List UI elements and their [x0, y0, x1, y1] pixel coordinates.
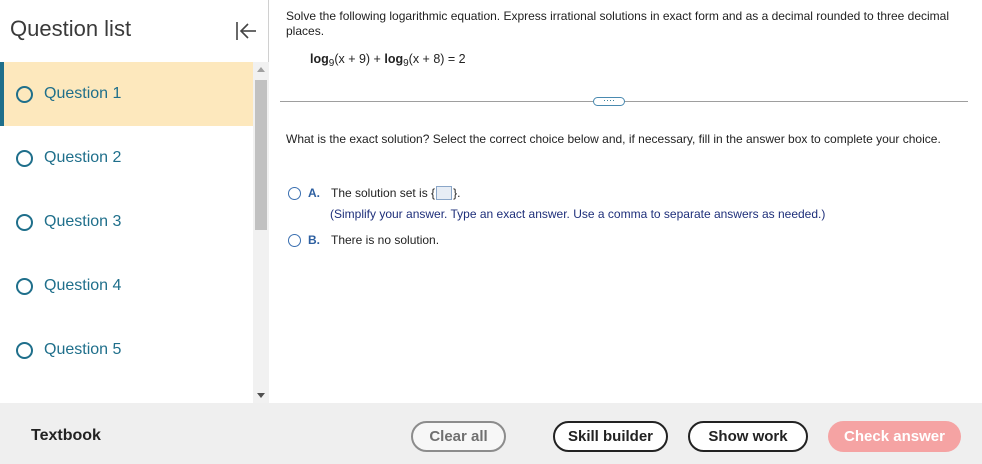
choice-b[interactable]: B. There is no solution. [288, 233, 439, 247]
bottom-toolbar: Textbook Clear all Skill builder Show wo… [0, 403, 982, 464]
scroll-down-icon[interactable] [257, 393, 265, 398]
log-operator: log [384, 52, 404, 66]
log-argument: (x + 8) = 2 [408, 52, 466, 66]
question-content: Solve the following logarithmic equation… [270, 0, 982, 403]
scroll-up-icon[interactable] [257, 67, 265, 72]
answer-input-box[interactable] [436, 186, 453, 200]
sidebar-header: Question list [0, 0, 269, 62]
question-status-icon [16, 149, 33, 167]
expand-more-button[interactable]: ···· [593, 96, 625, 106]
collapse-left-icon [236, 22, 256, 40]
question-label: Question 5 [44, 341, 122, 358]
check-answer-button[interactable]: Check answer [828, 421, 961, 452]
collapse-panel-button[interactable] [233, 18, 259, 44]
choice-letter: A. [308, 186, 320, 200]
question-text: What is the exact solution? Select the c… [286, 132, 941, 146]
question-list-scrollbar[interactable] [253, 62, 269, 403]
problem-prompt: Solve the following logarithmic equation… [286, 9, 950, 38]
question-item-1[interactable]: Question 1 [0, 62, 253, 126]
choice-a-radio[interactable] [288, 187, 301, 200]
app-window: Question list Question 1 Question 2 Ques… [0, 0, 982, 464]
question-item-2[interactable]: Question 2 [0, 126, 253, 190]
question-status-icon [16, 277, 33, 295]
question-label: Question 3 [44, 213, 122, 230]
question-item-4[interactable]: Question 4 [0, 254, 253, 318]
answer-hint: (Simplify your answer. Type an exact ans… [330, 207, 826, 221]
log-argument: (x + 9) + [334, 52, 385, 66]
choice-a-text: The solution set is {}. [331, 186, 460, 200]
choice-a-text-after: }. [453, 186, 461, 200]
log-operator: log [310, 52, 329, 66]
question-item-3[interactable]: Question 3 [0, 190, 253, 254]
question-list-panel: Question list Question 1 Question 2 Ques… [0, 0, 269, 403]
choice-letter: B. [308, 233, 320, 247]
question-label: Question 1 [44, 85, 122, 102]
show-work-button[interactable]: Show work [688, 421, 808, 452]
choice-b-text: There is no solution. [331, 233, 440, 247]
textbook-link[interactable]: Textbook [31, 427, 101, 445]
question-status-icon [16, 213, 33, 231]
question-status-icon [16, 341, 33, 359]
sidebar-title: Question list [10, 16, 132, 41]
equation: log9(x + 9) + log9(x + 8) = 2 [310, 52, 466, 69]
clear-all-button[interactable]: Clear all [411, 421, 506, 452]
question-label: Question 2 [44, 149, 122, 166]
question-list: Question 1 Question 2 Question 3 Questio… [0, 62, 253, 403]
choice-a[interactable]: A. The solution set is {}. [288, 186, 460, 200]
choice-b-radio[interactable] [288, 234, 301, 247]
scroll-thumb[interactable] [255, 80, 267, 230]
choice-a-text-before: The solution set is { [331, 186, 436, 200]
question-label: Question 4 [44, 277, 122, 294]
skill-builder-button[interactable]: Skill builder [553, 421, 668, 452]
question-item-5[interactable]: Question 5 [0, 318, 253, 382]
question-status-icon [16, 85, 33, 103]
